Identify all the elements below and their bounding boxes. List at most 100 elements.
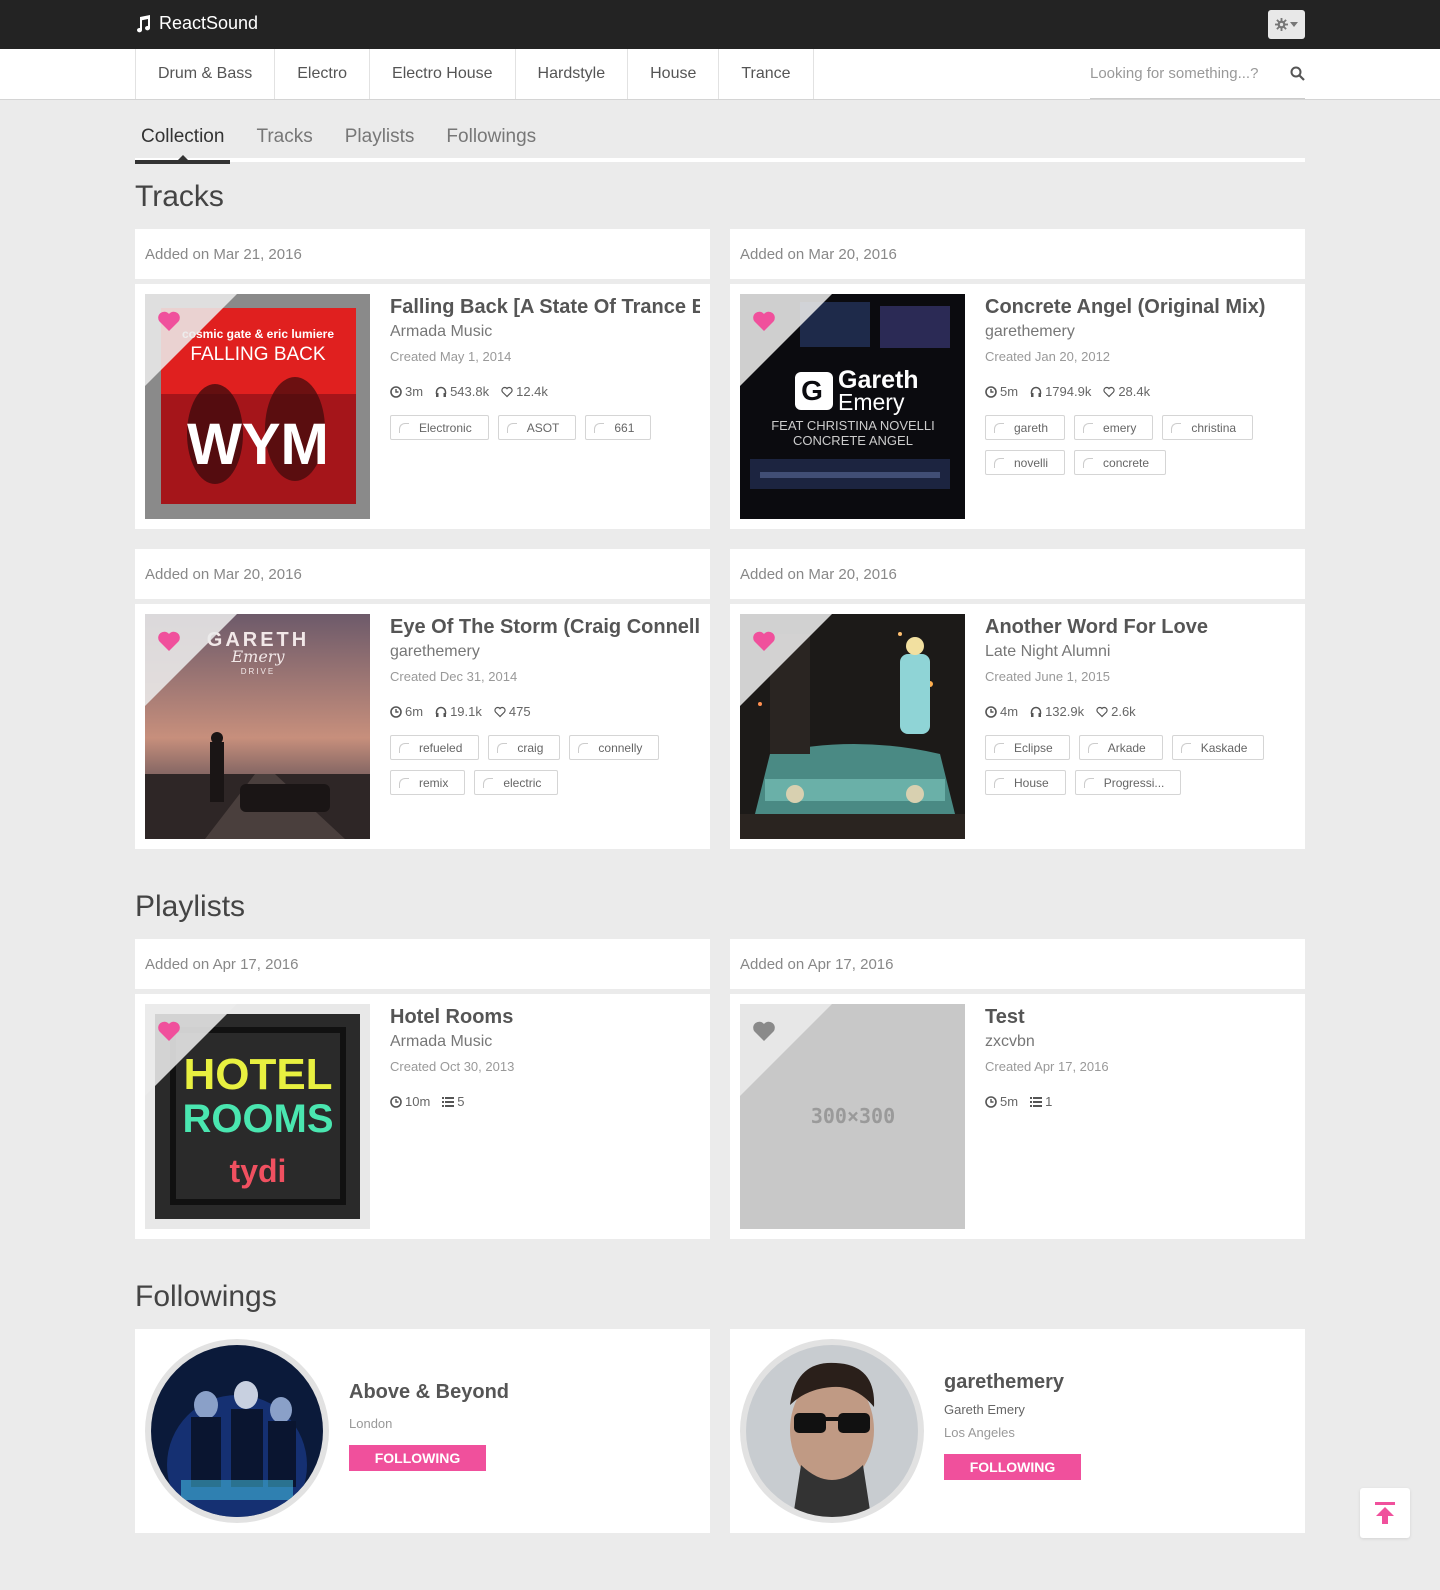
tag[interactable]: Eclipse bbox=[985, 735, 1070, 760]
track-artwork[interactable] bbox=[740, 614, 965, 839]
track-artwork[interactable]: G Gareth Emery FEAT CHRISTINA NOVELLI CO… bbox=[740, 294, 965, 519]
following-button[interactable]: FOLLOWING bbox=[349, 1445, 486, 1471]
section-title-followings: Followings bbox=[135, 1280, 277, 1313]
plays-value: 132.9k bbox=[1045, 704, 1085, 719]
tab-collection[interactable]: Collection bbox=[135, 118, 231, 164]
heart-icon[interactable] bbox=[157, 310, 181, 332]
track-title[interactable]: Eye Of The Storm (Craig Connell... bbox=[390, 616, 700, 639]
heart-icon[interactable] bbox=[157, 630, 181, 652]
tag[interactable]: concrete bbox=[1074, 450, 1167, 475]
genre-electro-house[interactable]: Electro House bbox=[370, 49, 516, 99]
tag-list: refueled craig connelly remix electric bbox=[390, 735, 690, 795]
playlist-card: Added on Apr 17, 2016 HOTEL ROOMS tydi H… bbox=[135, 939, 710, 1239]
top-bar: ReactSound bbox=[0, 0, 1440, 49]
playlist-artwork[interactable]: 300×300 bbox=[740, 1004, 965, 1229]
tag[interactable]: christina bbox=[1162, 415, 1254, 440]
tag[interactable]: Kaskade bbox=[1171, 735, 1265, 760]
scroll-to-top-button[interactable] bbox=[1360, 1488, 1410, 1538]
tag[interactable]: refueled bbox=[390, 735, 480, 760]
following-info: garethemery Gareth Emery Los Angeles FOL… bbox=[944, 1371, 1081, 1480]
playlist-card: Added on Apr 17, 2016 300×300 Test zxcvb… bbox=[730, 939, 1305, 1239]
tag[interactable]: ASOT bbox=[497, 415, 577, 440]
tag[interactable]: Arkade bbox=[1078, 735, 1163, 760]
tag[interactable]: gareth bbox=[985, 415, 1066, 440]
tag[interactable]: Progressi... bbox=[1074, 770, 1182, 795]
genre-electro[interactable]: Electro bbox=[275, 49, 371, 99]
track-artist[interactable]: Armada Music bbox=[390, 323, 700, 341]
track-title[interactable]: Concrete Angel (Original Mix) bbox=[985, 296, 1295, 319]
search-icon[interactable] bbox=[1290, 66, 1305, 81]
duration-stat: 5m bbox=[985, 1094, 1018, 1109]
clock-icon bbox=[985, 705, 997, 718]
tag[interactable]: emery bbox=[1074, 415, 1154, 440]
track-title[interactable]: Falling Back [A State Of Trance E... bbox=[390, 296, 700, 319]
plays-value: 1794.9k bbox=[1045, 384, 1092, 399]
playlist-artwork[interactable]: HOTEL ROOMS tydi bbox=[145, 1004, 370, 1229]
tag[interactable]: electric bbox=[474, 770, 559, 795]
heart-icon[interactable] bbox=[752, 1020, 776, 1042]
track-artist[interactable]: Late Night Alumni bbox=[985, 643, 1295, 661]
playlist-title[interactable]: Test bbox=[985, 1006, 1295, 1029]
tag-list: Electronic ASOT 661 bbox=[390, 415, 690, 440]
card-added-date: Added on Mar 21, 2016 bbox=[135, 229, 710, 279]
tag[interactable]: connelly bbox=[569, 735, 660, 760]
track-artist[interactable]: garethemery bbox=[390, 643, 700, 661]
tab-tracks[interactable]: Tracks bbox=[250, 118, 318, 162]
heart-icon[interactable] bbox=[157, 1020, 181, 1042]
genre-house[interactable]: House bbox=[628, 49, 720, 99]
playlist-title[interactable]: Hotel Rooms bbox=[390, 1006, 700, 1029]
track-info: Another Word For Love Late Night Alumni … bbox=[985, 616, 1295, 795]
following-name[interactable]: garethemery bbox=[944, 1371, 1081, 1394]
playlist-created-date: Created Apr 17, 2016 bbox=[985, 1059, 1109, 1074]
track-title[interactable]: Another Word For Love bbox=[985, 616, 1295, 639]
brand[interactable]: ReactSound bbox=[135, 13, 258, 34]
following-info: Above & Beyond London FOLLOWING bbox=[349, 1381, 509, 1471]
tab-playlists[interactable]: Playlists bbox=[339, 118, 421, 162]
avatar[interactable] bbox=[145, 1339, 329, 1523]
avatar[interactable] bbox=[740, 1339, 924, 1523]
tag[interactable]: House bbox=[985, 770, 1066, 795]
track-artist[interactable]: garethemery bbox=[985, 323, 1295, 341]
track-artwork[interactable]: GARETH Emery DRIVE bbox=[145, 614, 370, 839]
genre-drum-and-bass[interactable]: Drum & Bass bbox=[136, 49, 276, 99]
track-card: Added on Mar 20, 2016 GARETH Emery DRIVE… bbox=[135, 549, 710, 849]
plays-stat: 543.8k bbox=[435, 384, 489, 399]
track-card: Added on Mar 20, 2016 G Gareth Emery FEA… bbox=[730, 229, 1305, 529]
following-button[interactable]: FOLLOWING bbox=[944, 1454, 1081, 1480]
genre-trance[interactable]: Trance bbox=[719, 49, 814, 99]
heart-icon[interactable] bbox=[752, 310, 776, 332]
settings-button[interactable] bbox=[1268, 10, 1305, 39]
following-location: Los Angeles bbox=[944, 1425, 1015, 1440]
track-count-stat: 5 bbox=[442, 1094, 465, 1109]
tag[interactable]: Electronic bbox=[390, 415, 489, 440]
heart-icon[interactable] bbox=[752, 630, 776, 652]
duration-value: 5m bbox=[1000, 384, 1019, 399]
tag[interactable]: 661 bbox=[585, 415, 652, 440]
tag[interactable]: craig bbox=[488, 735, 561, 760]
card-body: HOTEL ROOMS tydi Hotel Rooms Armada Musi… bbox=[135, 994, 710, 1239]
tag[interactable]: novelli bbox=[985, 450, 1066, 475]
following-name[interactable]: Above & Beyond bbox=[349, 1381, 509, 1404]
arrow-up-icon bbox=[1375, 1502, 1395, 1524]
track-artwork[interactable]: cosmic gate & eric lumiere FALLING BACK … bbox=[145, 294, 370, 519]
heart-outline-icon bbox=[1096, 706, 1108, 717]
duration-stat: 3m bbox=[390, 384, 423, 399]
card-body: GARETH Emery DRIVE Eye Of The Storm (Cra… bbox=[135, 604, 710, 849]
playlist-owner[interactable]: zxcvbn bbox=[985, 1033, 1295, 1051]
heart-outline-icon bbox=[1103, 386, 1115, 397]
art-text: tydi bbox=[230, 1153, 287, 1189]
playlist-owner[interactable]: Armada Music bbox=[390, 1033, 700, 1051]
playlist-stats: 5m 1 bbox=[985, 1094, 1295, 1109]
search-input[interactable] bbox=[1090, 65, 1270, 82]
playlist-stats: 10m 5 bbox=[390, 1094, 700, 1109]
plays-stat: 19.1k bbox=[435, 704, 482, 719]
art-text: DRIVE bbox=[241, 667, 275, 676]
track-stats: 5m 1794.9k 28.4k bbox=[985, 384, 1295, 399]
tag[interactable]: remix bbox=[390, 770, 466, 795]
following-card: Above & Beyond London FOLLOWING bbox=[135, 1329, 710, 1533]
track-created-date: Created June 1, 2015 bbox=[985, 669, 1111, 684]
genre-hardstyle[interactable]: Hardstyle bbox=[516, 49, 629, 99]
duration-value: 10m bbox=[405, 1094, 431, 1109]
duration-value: 6m bbox=[405, 704, 424, 719]
tab-followings[interactable]: Followings bbox=[440, 118, 542, 162]
